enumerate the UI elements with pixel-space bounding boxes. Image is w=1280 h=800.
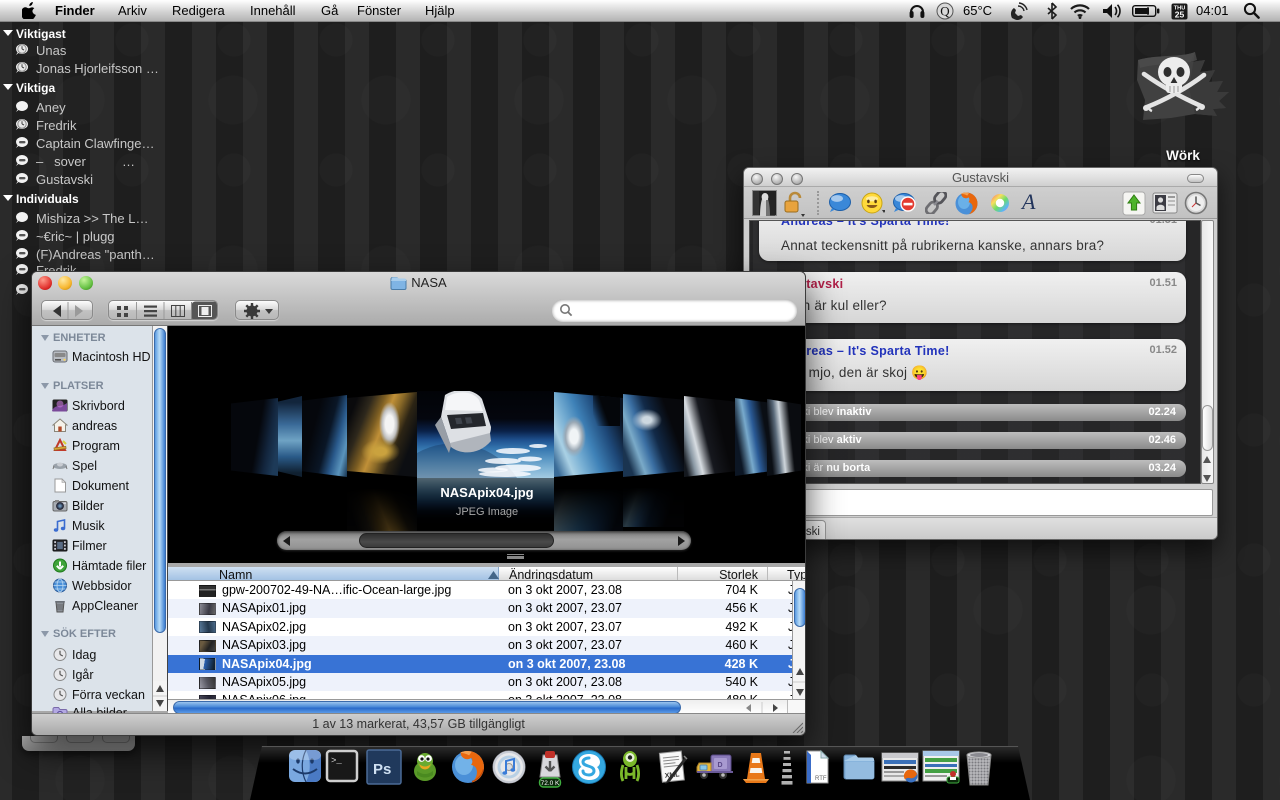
svg-text:>_: >_ [331,756,342,766]
svg-text:RTF: RTF [815,776,827,782]
svg-text:Wörk: Wörk [1166,148,1200,163]
svg-text:NASApix04.jpg: NASApix04.jpg [440,485,533,500]
svg-text:D: D [717,762,722,769]
svg-text:25: 25 [1175,10,1185,20]
svg-text:Q: Q [940,4,950,19]
svg-text:Ps: Ps [373,761,391,778]
svg-text:JPEG Image: JPEG Image [456,506,518,518]
svg-text:72.0 K: 72.0 K [541,780,560,787]
